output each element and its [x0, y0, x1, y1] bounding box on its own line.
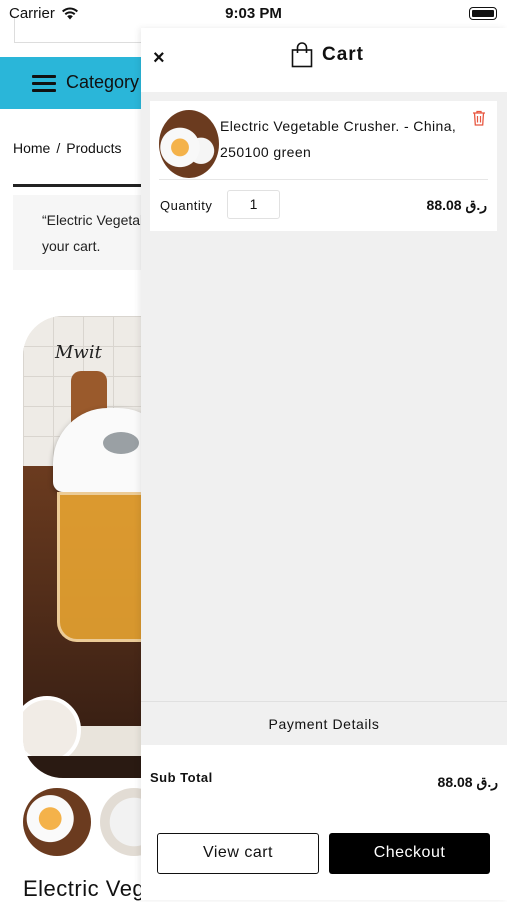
cart-item: Electric Vegetable Crusher. - China, 250…	[150, 101, 497, 231]
battery-icon	[469, 7, 497, 20]
divider	[159, 179, 488, 180]
breadcrumb: Home / Products	[13, 140, 122, 156]
product-image[interactable]: Mwit	[23, 316, 158, 778]
cart-item-name[interactable]: Electric Vegetable Crusher. - China, 250…	[220, 113, 470, 165]
breadcrumb-products[interactable]: Products	[66, 140, 121, 156]
view-cart-button[interactable]: View cart	[157, 833, 319, 874]
cart-drawer: × Cart Electric Vegetable Crusher. - Chi…	[141, 28, 507, 900]
checkout-button[interactable]: Checkout	[329, 833, 490, 874]
trash-icon[interactable]	[472, 110, 486, 126]
cart-title-text: Cart	[322, 44, 365, 65]
category-label: Category	[66, 72, 140, 92]
hamburger-icon	[32, 75, 56, 96]
brand-logo: Mwit	[55, 342, 102, 363]
shopping-bag-icon	[291, 42, 313, 68]
cart-totals: Sub Total 88.08 ر.ق View cart Checkout	[141, 745, 507, 900]
status-bar: Carrier 9:03 PM	[0, 0, 507, 28]
product-thumbnail[interactable]	[23, 788, 91, 856]
quantity-label: Quantity	[160, 198, 213, 213]
clock: 9:03 PM	[225, 5, 282, 22]
payment-details-heading: Payment Details	[141, 701, 507, 746]
cart-title: Cart	[291, 42, 364, 68]
subtotal-label: Sub Total	[150, 770, 213, 785]
subtotal-value: 88.08 ر.ق	[437, 774, 498, 790]
breadcrumb-home[interactable]: Home	[13, 140, 50, 156]
category-menu-button[interactable]: Category	[0, 57, 160, 109]
cart-item-price: 88.08 ر.ق	[426, 197, 487, 213]
divider	[13, 184, 153, 187]
close-icon[interactable]: ×	[153, 46, 165, 70]
added-to-cart-notice: “Electric Vegetable Crusher.” has been a…	[13, 195, 153, 270]
notice-text: “Electric Vegetable Crusher.” has been a…	[42, 212, 153, 254]
cart-header: × Cart	[141, 28, 507, 92]
cart-item-image[interactable]	[159, 110, 219, 178]
quantity-input[interactable]: 1	[227, 190, 280, 219]
